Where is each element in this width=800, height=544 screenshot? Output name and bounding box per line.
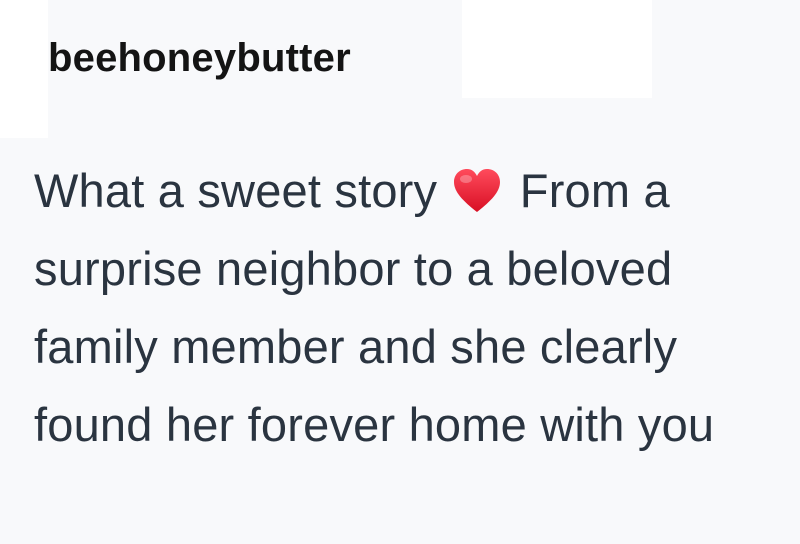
comment-text-part-1: What a sweet story [34, 164, 438, 217]
red-heart-icon [451, 160, 503, 212]
background-patch-left [0, 0, 48, 138]
comment-text: What a sweet story From a surprise neigh… [34, 152, 784, 464]
background-patch-right [462, 0, 652, 98]
comment-card: beehoneybutter What a sweet story From a… [0, 0, 800, 544]
comment-username[interactable]: beehoneybutter [48, 33, 351, 83]
